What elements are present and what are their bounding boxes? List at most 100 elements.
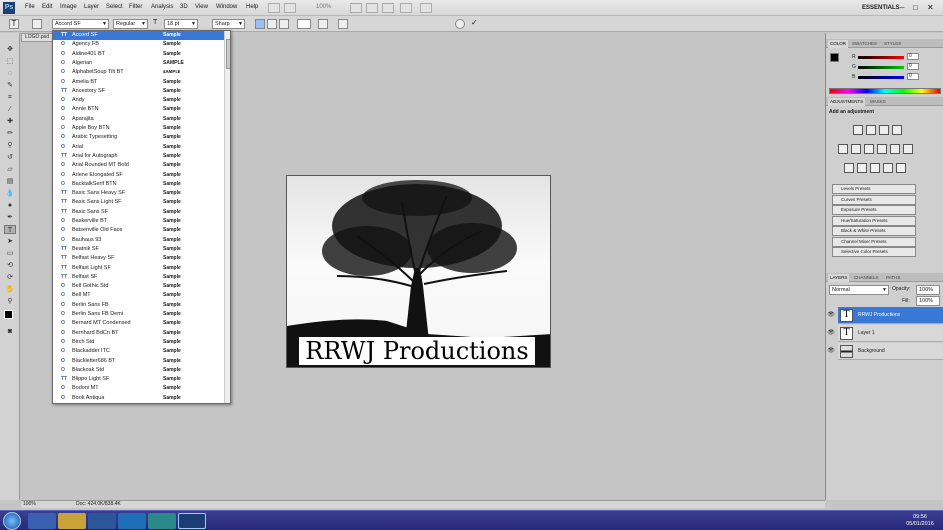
screen-mode-button[interactable] xyxy=(420,3,432,13)
outlook-icon[interactable] xyxy=(118,513,146,529)
font-list-item[interactable]: O Berlin Sans FB Sample xyxy=(53,301,224,310)
font-list-item[interactable]: O Arabic Typesetting Sample xyxy=(53,133,224,142)
layer-row[interactable]: T Layer 1 xyxy=(838,325,943,342)
opacity-input[interactable]: 100% xyxy=(916,285,940,295)
menu-edit[interactable]: Edit xyxy=(42,4,52,10)
font-list-item[interactable]: O Birch Std Sample xyxy=(53,338,224,347)
font-list-item[interactable]: O Amelia BT Sample xyxy=(53,78,224,87)
tab-swatches[interactable]: SWATCHES xyxy=(850,40,879,48)
font-list-item[interactable]: O Apple Boy BTN Sample xyxy=(53,124,224,133)
blend-mode-select[interactable]: Normal ▼ xyxy=(829,285,889,295)
font-list-item[interactable]: TT Blippo Light SF Sample xyxy=(53,375,224,384)
posterize-icon[interactable] xyxy=(857,163,867,173)
tab-adjustments[interactable]: ADJUSTMENTS xyxy=(828,98,866,106)
font-list-item[interactable]: O Aparajita Sample xyxy=(53,115,224,124)
zoom-level[interactable]: 100% xyxy=(316,4,331,10)
cancel-edits-icon[interactable] xyxy=(455,19,465,29)
font-list-item[interactable]: TT Beatnik SF Sample xyxy=(53,245,224,254)
text-orientation-icon[interactable] xyxy=(32,19,42,29)
green-value[interactable]: 0 xyxy=(907,63,919,70)
shape-tool-icon[interactable]: ▭ xyxy=(4,249,16,258)
menu-help[interactable]: Help xyxy=(246,4,258,10)
threshold-icon[interactable] xyxy=(870,163,880,173)
font-list-item[interactable]: O BacktalkSerif BTN Sample xyxy=(53,180,224,189)
font-list-scrollbar[interactable] xyxy=(224,31,230,403)
font-list-item[interactable]: TT Ancestory SF Sample xyxy=(53,87,224,96)
hand-tool-button[interactable] xyxy=(350,3,362,13)
font-list-item[interactable]: TT Arial for Autograph Sample xyxy=(53,152,224,161)
3d-rotate-tool-icon[interactable]: ⟲ xyxy=(4,261,16,270)
font-list-item[interactable]: O Aldine401 BT Sample xyxy=(53,50,224,59)
status-zoom[interactable]: 100% xyxy=(23,501,36,508)
font-list-item[interactable]: O Andy Sample xyxy=(53,96,224,105)
menu-window[interactable]: Window xyxy=(216,4,237,10)
channel-mixer-icon[interactable] xyxy=(903,144,913,154)
fill-input[interactable]: 100% xyxy=(916,296,940,306)
font-list-item[interactable]: O Bodoni MT Sample xyxy=(53,384,224,393)
brush-tool-icon[interactable]: ✏ xyxy=(4,129,16,138)
menu-view[interactable]: View xyxy=(195,4,208,10)
color-balance-icon[interactable] xyxy=(864,144,874,154)
arrange-documents-button[interactable] xyxy=(400,3,412,13)
red-value[interactable]: 0 xyxy=(907,53,919,60)
zoom-tool-button[interactable] xyxy=(366,3,378,13)
layer-visibility-eye-icon[interactable]: 👁 xyxy=(827,325,835,342)
adjustment-preset-item[interactable]: Hue/Saturation Presets xyxy=(832,215,916,226)
rotate-view-button[interactable] xyxy=(382,3,394,13)
exposure-icon[interactable] xyxy=(892,125,902,135)
font-list-item[interactable]: TT Belfast Light SF Sample xyxy=(53,264,224,273)
brightness-contrast-icon[interactable] xyxy=(853,125,863,135)
antialias-select[interactable]: Sharp ▼ xyxy=(212,19,245,29)
tab-channels[interactable]: CHANNELS xyxy=(852,274,881,282)
system-clock[interactable]: 09:56 05/01/2016 xyxy=(900,514,940,528)
font-list-item[interactable]: O Berlin Sans FB Demi Sample xyxy=(53,310,224,319)
quick-select-tool-icon[interactable]: ✎ xyxy=(4,81,16,90)
adjustment-preset-item[interactable]: Black & White Presets xyxy=(832,226,916,236)
eyedropper-tool-icon[interactable]: ⁄ xyxy=(4,105,16,114)
menu-3d[interactable]: 3D xyxy=(180,4,188,10)
blur-tool-icon[interactable]: 💧 xyxy=(4,189,16,198)
font-list-item[interactable]: O AlphabetSoup Tilt BT ꜱᴀᴍᴘʟᴇ xyxy=(53,68,224,77)
font-list-item[interactable]: O Book Antiqua Sample xyxy=(53,394,224,403)
font-list-item[interactable]: O Arial Sample xyxy=(53,143,224,152)
font-list-item[interactable]: O Batsenville Old Face Sample xyxy=(53,226,224,235)
clone-stamp-tool-icon[interactable]: ⚲ xyxy=(4,141,16,150)
menu-file[interactable]: File xyxy=(25,4,35,10)
bridge-button[interactable] xyxy=(268,3,280,13)
workspace-switcher[interactable]: ESSENTIALS xyxy=(862,5,900,11)
path-selection-tool-icon[interactable]: ➤ xyxy=(4,237,16,246)
healing-brush-tool-icon[interactable]: ✚ xyxy=(4,117,16,126)
text-tool-preset-picker[interactable]: T xyxy=(9,19,19,29)
crop-tool-icon[interactable]: ⌗ xyxy=(4,93,16,102)
adjustment-preset-item[interactable]: Levels Presets xyxy=(832,184,916,194)
layer-row[interactable]: T RRWJ Productions xyxy=(838,307,943,324)
close-button[interactable]: ✕ xyxy=(927,3,934,13)
pen-tool-icon[interactable]: ✒ xyxy=(4,213,16,222)
tab-layers[interactable]: LAYERS xyxy=(828,274,850,282)
gradient-tool-icon[interactable]: ▤ xyxy=(4,177,16,186)
levels-icon[interactable] xyxy=(866,125,876,135)
font-list-item[interactable]: O Arlene Elongated SF Sample xyxy=(53,171,224,180)
text-color-swatch[interactable] xyxy=(297,19,311,29)
menu-layer[interactable]: Layer xyxy=(84,4,99,10)
zoom-tool-icon[interactable]: ⚲ xyxy=(4,297,16,306)
font-list-item[interactable]: O Bell MT Sample xyxy=(53,291,224,300)
font-list-item[interactable]: O Blackadder ITC Sample xyxy=(53,347,224,356)
menu-select[interactable]: Select xyxy=(106,4,123,10)
logo-text[interactable]: RRWJ Productions xyxy=(299,337,535,365)
font-family-select[interactable]: Accord SF ▼ xyxy=(52,19,109,29)
adjustment-preset-item[interactable]: Curves Presets xyxy=(832,194,916,205)
font-list-item[interactable]: O Bernard MT Condensed Sample xyxy=(53,319,224,328)
tab-paths[interactable]: PATHS xyxy=(884,274,902,282)
font-list-item[interactable]: O Baskerville BT Sample xyxy=(53,217,224,226)
align-center-button[interactable] xyxy=(267,19,277,29)
font-list-item[interactable]: O Bell Gothic Std Sample xyxy=(53,282,224,291)
font-list-item[interactable]: TT Accord SF Sample xyxy=(53,31,224,41)
font-list-item[interactable]: O Agency FB Sample xyxy=(53,40,224,49)
font-family-dropdown-list[interactable]: TT Accord SF Sample O Agency FB Sample O Aldine… xyxy=(52,30,231,404)
font-list-item[interactable]: O Blackoak Std Sample xyxy=(53,366,224,375)
adjustment-preset-item[interactable]: Exposure Presets xyxy=(832,205,916,215)
quick-mask-icon[interactable]: ◙ xyxy=(4,327,16,336)
black-white-icon[interactable] xyxy=(877,144,887,154)
font-list-item[interactable]: TT Basic Sans Light SF Sample xyxy=(53,198,224,207)
